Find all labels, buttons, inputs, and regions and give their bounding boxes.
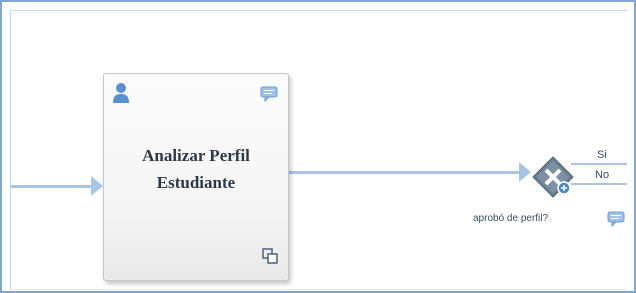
user-task-analizar-perfil[interactable]: Analizar Perfil Estudiante bbox=[103, 73, 289, 281]
gateway-arrowhead bbox=[519, 162, 531, 182]
outgoing-flow-si[interactable] bbox=[571, 163, 627, 165]
flow-label-si: Si bbox=[597, 149, 607, 161]
task-title: Analizar Perfil Estudiante bbox=[142, 146, 250, 192]
multi-instance-icon bbox=[262, 248, 278, 264]
incoming-sequence-flow[interactable] bbox=[11, 185, 91, 188]
flow-label-no: No bbox=[595, 169, 610, 181]
user-icon bbox=[112, 82, 130, 104]
gateway-label: aprobó de perfil? bbox=[473, 213, 549, 224]
outgoing-flow-no[interactable] bbox=[571, 183, 627, 185]
diagram-canvas: Analizar Perfil Estudiante Si No aprobó … bbox=[10, 10, 627, 290]
exclusive-gateway-icon[interactable] bbox=[531, 155, 575, 199]
comment-icon[interactable] bbox=[607, 211, 625, 228]
task-to-gateway-sequence-flow[interactable] bbox=[289, 171, 521, 174]
comment-icon[interactable] bbox=[260, 86, 278, 103]
diagram-frame: Analizar Perfil Estudiante Si No aprobó … bbox=[0, 0, 636, 293]
incoming-arrowhead bbox=[91, 176, 103, 196]
